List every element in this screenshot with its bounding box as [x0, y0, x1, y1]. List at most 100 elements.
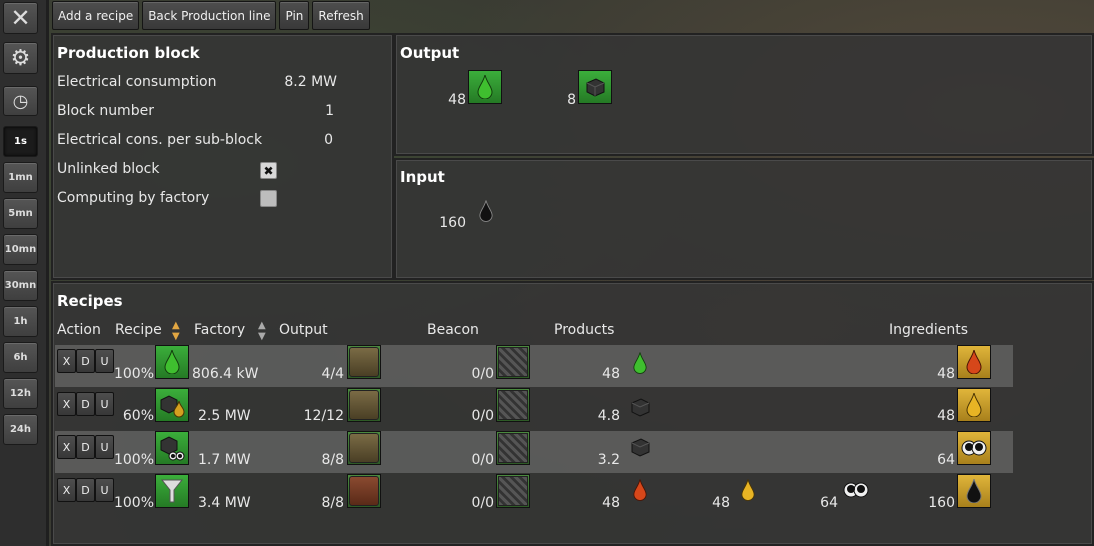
oil-refinery-icon[interactable] [347, 474, 381, 508]
sort-factory-icon[interactable]: ▲ ▼ [258, 320, 266, 342]
coal-liquefaction-icon[interactable] [155, 474, 189, 508]
time-30mn-button[interactable]: 30mn [3, 270, 38, 301]
header-products: Products [554, 322, 615, 338]
production-block-panel [51, 33, 394, 280]
input-panel [394, 158, 1094, 280]
electrical-consumption-label: Electrical consumption [57, 74, 217, 90]
solid-fuel-icon[interactable] [626, 433, 654, 461]
petroleum-gas-icon[interactable] [957, 388, 991, 422]
factory-power: 3.4 MW [198, 495, 251, 511]
sort-recipe-icon[interactable]: ▲ ▼ [172, 320, 180, 342]
time-1h-button[interactable]: 1h [3, 306, 38, 337]
refresh-button[interactable]: Refresh [312, 1, 370, 30]
beacon-count: 0/0 [471, 408, 494, 424]
delete-recipe-button[interactable]: X [57, 392, 76, 416]
time-10mn-button[interactable]: 10mn [3, 234, 38, 265]
factory-power: 806.4 kW [192, 366, 259, 382]
heavy-oil-icon[interactable] [957, 345, 991, 379]
beacon-count: 0/0 [471, 452, 494, 468]
unlinked-block-checkbox[interactable]: ✖ [260, 162, 277, 179]
input-title: Input [400, 168, 445, 186]
recipe-percent: 100% [113, 495, 154, 511]
chemical-plant-icon[interactable] [347, 345, 381, 379]
chemical-plant-icon[interactable] [347, 388, 381, 422]
factory-power: 1.7 MW [198, 452, 251, 468]
solid-fuel-from-petroleum-icon[interactable] [155, 388, 189, 422]
header-beacon: Beacon [427, 322, 479, 338]
time-1s-button[interactable]: 1s [3, 126, 38, 157]
header-factory[interactable]: Factory [194, 322, 245, 338]
solid-fuel-icon[interactable] [578, 70, 612, 104]
beacon-icon[interactable] [496, 345, 530, 379]
coal-icon[interactable] [957, 431, 991, 465]
header-action: Action [57, 322, 101, 338]
electrical-consumption-row: Electrical consumption 8.2 MW [57, 74, 337, 90]
beacon-icon[interactable] [496, 431, 530, 465]
beacon-icon[interactable] [496, 388, 530, 422]
petroleum-gas-icon[interactable] [736, 475, 760, 505]
delete-recipe-button[interactable]: X [57, 435, 76, 459]
pin-button[interactable]: Pin [279, 1, 310, 30]
crude-oil-icon[interactable] [957, 474, 991, 508]
recipe-percent: 100% [113, 452, 154, 468]
time-12h-button[interactable]: 12h [3, 378, 38, 409]
electrical-consumption-value: 8.2 MW [284, 74, 337, 90]
sub-block-label: Electrical cons. per sub-block [57, 132, 263, 148]
output-count: 8 [567, 92, 576, 108]
solid-fuel-icon[interactable] [626, 393, 654, 421]
factory-power: 2.5 MW [198, 408, 251, 424]
output-count: 48 [448, 92, 466, 108]
output-title: Output [400, 44, 460, 62]
ingredient-count: 160 [928, 495, 955, 511]
computing-by-factory-checkbox[interactable] [260, 190, 277, 207]
product-count: 4.8 [597, 408, 620, 424]
add-recipe-button[interactable]: Add a recipe [52, 1, 140, 30]
sub-block-value: 0 [324, 132, 333, 148]
beacon-count: 0/0 [471, 366, 494, 382]
solid-fuel-from-coal-icon[interactable] [155, 431, 189, 465]
block-number-value: 1 [325, 103, 334, 119]
back-production-line-button[interactable]: Back Production line [142, 1, 277, 30]
down-recipe-button[interactable]: D [76, 349, 95, 373]
input-count: 160 [439, 215, 466, 231]
production-block-title: Production block [57, 44, 200, 62]
gear-icon[interactable]: ⚙ [3, 42, 38, 74]
machine-count: 4/4 [321, 366, 344, 382]
product-count: 64 [820, 495, 838, 511]
light-oil-icon[interactable] [628, 348, 652, 378]
machine-count: 8/8 [321, 452, 344, 468]
close-icon[interactable]: ✕ [3, 2, 38, 34]
delete-recipe-button[interactable]: X [57, 349, 76, 373]
light-oil-icon[interactable] [155, 345, 189, 379]
heavy-oil-icon[interactable] [628, 475, 652, 505]
ingredient-count: 48 [937, 408, 955, 424]
clock-icon[interactable]: ◷ [3, 86, 38, 116]
header-ingredients: Ingredients [889, 322, 968, 338]
recipe-percent: 60% [122, 408, 154, 424]
down-recipe-button[interactable]: D [76, 435, 95, 459]
time-5mn-button[interactable]: 5mn [3, 198, 38, 229]
sidebar: ✕ ⚙ ◷ 1s 1mn 5mn 10mn 30mn 1h 6h 12h 24h [0, 0, 49, 546]
recipe-percent: 100% [113, 366, 154, 382]
beacon-count: 0/0 [471, 495, 494, 511]
ingredient-count: 48 [937, 366, 955, 382]
computing-by-factory-label: Computing by factory [57, 190, 210, 206]
header-recipe[interactable]: Recipe [115, 322, 162, 338]
product-count: 48 [712, 495, 730, 511]
time-1mn-button[interactable]: 1mn [3, 162, 38, 193]
toolbar: Add a recipe Back Production line Pin Re… [52, 0, 370, 31]
block-number-label: Block number [57, 103, 154, 119]
time-24h-button[interactable]: 24h [3, 414, 38, 445]
time-6h-button[interactable]: 6h [3, 342, 38, 373]
machine-count: 12/12 [303, 408, 344, 424]
beacon-icon[interactable] [496, 474, 530, 508]
recipes-title: Recipes [57, 292, 123, 310]
down-recipe-button[interactable]: D [76, 478, 95, 502]
coal-icon[interactable] [840, 478, 872, 502]
crude-oil-icon[interactable] [474, 196, 498, 226]
delete-recipe-button[interactable]: X [57, 478, 76, 502]
chemical-plant-icon[interactable] [347, 431, 381, 465]
down-recipe-button[interactable]: D [76, 392, 95, 416]
light-oil-icon[interactable] [468, 70, 502, 104]
machine-count: 8/8 [321, 495, 344, 511]
